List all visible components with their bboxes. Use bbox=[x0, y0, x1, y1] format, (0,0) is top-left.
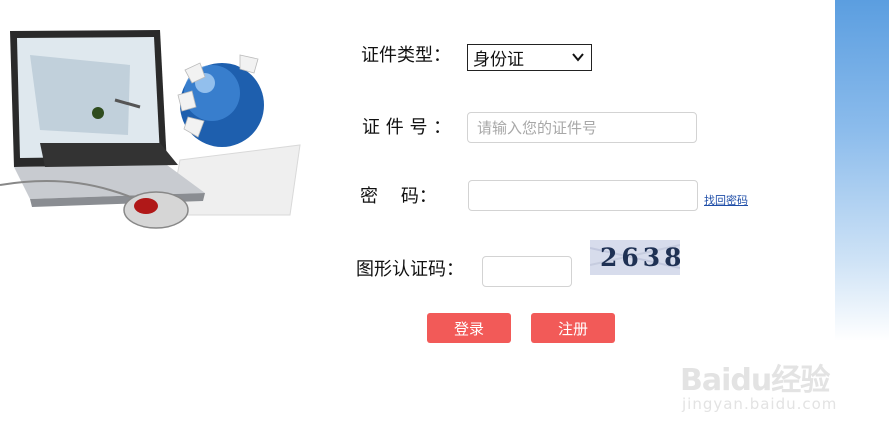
id-type-selected: 身份证 bbox=[473, 50, 524, 70]
watermark-brand: Baidu经验 bbox=[680, 363, 830, 398]
id-number-input[interactable] bbox=[467, 112, 697, 143]
captcha-code: 2638 bbox=[600, 243, 680, 272]
id-number-label: 证 件 号 ： bbox=[362, 117, 452, 138]
captcha-input[interactable] bbox=[482, 256, 572, 287]
forgot-password-link[interactable]: 找回密码 bbox=[704, 192, 748, 208]
id-type-label: 证件类型： bbox=[361, 45, 451, 66]
password-label: 密 码： bbox=[360, 186, 437, 207]
id-type-select[interactable]: 身份证 bbox=[467, 44, 592, 71]
chevron-down-icon bbox=[572, 53, 584, 62]
watermark-url: jingyan.baidu.com bbox=[682, 395, 838, 413]
captcha-label: 图形认证码： bbox=[356, 259, 464, 280]
register-button[interactable]: 注册 bbox=[531, 313, 615, 343]
baidu-watermark: Baidu经验 jingyan.baidu.com bbox=[680, 345, 880, 425]
captcha-image[interactable]: 2638 bbox=[590, 240, 680, 275]
password-input[interactable] bbox=[468, 180, 698, 211]
login-button[interactable]: 登录 bbox=[427, 313, 511, 343]
laptop-globe-illustration bbox=[0, 30, 301, 229]
